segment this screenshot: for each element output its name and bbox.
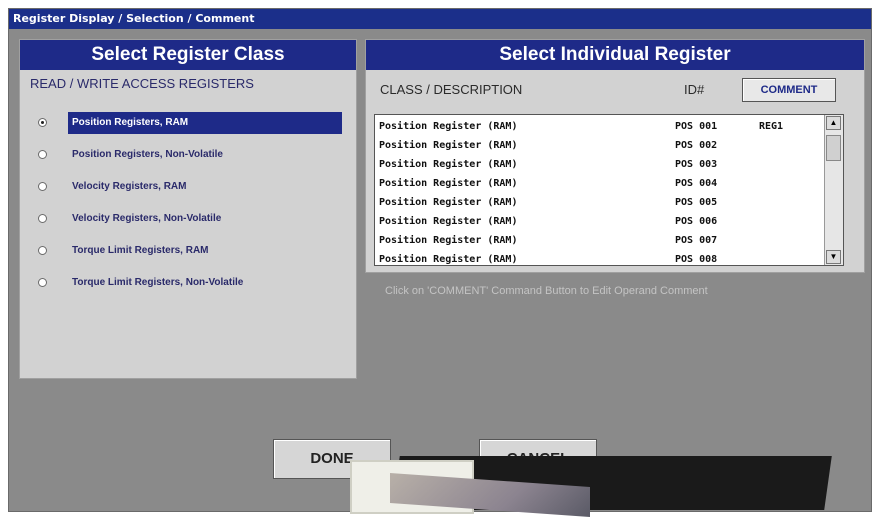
individual-register-header: Select Individual Register bbox=[366, 40, 864, 70]
class-option-label[interactable]: Position Registers, Non-Volatile bbox=[68, 146, 227, 164]
list-scrollbar[interactable]: ▲ ▼ bbox=[824, 115, 843, 265]
register-description: Position Register (RAM) bbox=[379, 159, 518, 170]
register-class-panel: Select Register Class READ / WRITE ACCES… bbox=[19, 39, 357, 379]
radio-button[interactable] bbox=[38, 214, 47, 223]
register-description: Position Register (RAM) bbox=[379, 197, 518, 208]
register-description: Position Register (RAM) bbox=[379, 140, 518, 151]
register-id: POS 001 bbox=[675, 121, 718, 132]
scroll-thumb[interactable] bbox=[826, 135, 841, 161]
scroll-up-icon[interactable]: ▲ bbox=[826, 116, 841, 130]
class-option-torque-ram[interactable]: Torque Limit Registers, RAM bbox=[20, 240, 356, 264]
register-description: Position Register (RAM) bbox=[379, 121, 518, 132]
register-id: POS 005 bbox=[675, 197, 718, 208]
class-option-label[interactable]: Velocity Registers, RAM bbox=[68, 178, 190, 196]
column-header-id: ID# bbox=[684, 82, 705, 97]
access-registers-label: READ / WRITE ACCESS REGISTERS bbox=[30, 76, 254, 91]
class-option-position-ram[interactable]: Position Registers, RAM bbox=[20, 112, 356, 136]
comment-hint-text: Click on 'COMMENT' Command Button to Edi… bbox=[385, 285, 708, 297]
register-id: POS 006 bbox=[675, 216, 718, 227]
radio-button[interactable] bbox=[38, 278, 47, 287]
register-description: Position Register (RAM) bbox=[379, 254, 518, 265]
class-option-label[interactable]: Torque Limit Registers, RAM bbox=[68, 242, 213, 260]
window-title: Register Display / Selection / Comment bbox=[9, 9, 871, 29]
class-option-label[interactable]: Position Registers, RAM bbox=[68, 112, 342, 134]
register-id: POS 007 bbox=[675, 235, 718, 246]
class-option-position-nonvolatile[interactable]: Position Registers, Non-Volatile bbox=[20, 144, 356, 168]
register-description: Position Register (RAM) bbox=[379, 178, 518, 189]
class-option-label[interactable]: Velocity Registers, Non-Volatile bbox=[68, 210, 225, 228]
register-listbox[interactable]: Position Register (RAM) POS 001 REG1 Pos… bbox=[374, 114, 844, 266]
register-class-header: Select Register Class bbox=[20, 40, 356, 70]
column-header-class: CLASS / DESCRIPTION bbox=[380, 82, 523, 97]
radio-button-checked[interactable] bbox=[38, 118, 47, 127]
class-option-velocity-ram[interactable]: Velocity Registers, RAM bbox=[20, 176, 356, 200]
comment-button[interactable]: COMMENT bbox=[742, 78, 836, 102]
register-display-window: Register Display / Selection / Comment S… bbox=[8, 8, 872, 512]
register-id: POS 004 bbox=[675, 178, 718, 189]
radio-button[interactable] bbox=[38, 182, 47, 191]
radio-button[interactable] bbox=[38, 246, 47, 255]
class-option-velocity-nonvolatile[interactable]: Velocity Registers, Non-Volatile bbox=[20, 208, 356, 232]
register-id: POS 003 bbox=[675, 159, 718, 170]
class-option-torque-nonvolatile[interactable]: Torque Limit Registers, Non-Volatile bbox=[20, 272, 356, 296]
register-id: POS 002 bbox=[675, 140, 718, 151]
register-description: Position Register (RAM) bbox=[379, 216, 518, 227]
class-option-label[interactable]: Torque Limit Registers, Non-Volatile bbox=[68, 274, 247, 292]
individual-register-panel: Select Individual Register CLASS / DESCR… bbox=[365, 39, 865, 273]
register-id: POS 008 bbox=[675, 254, 718, 265]
register-comment: REG1 bbox=[759, 121, 784, 132]
register-description: Position Register (RAM) bbox=[379, 235, 518, 246]
scroll-down-icon[interactable]: ▼ bbox=[826, 250, 841, 264]
radio-button[interactable] bbox=[38, 150, 47, 159]
